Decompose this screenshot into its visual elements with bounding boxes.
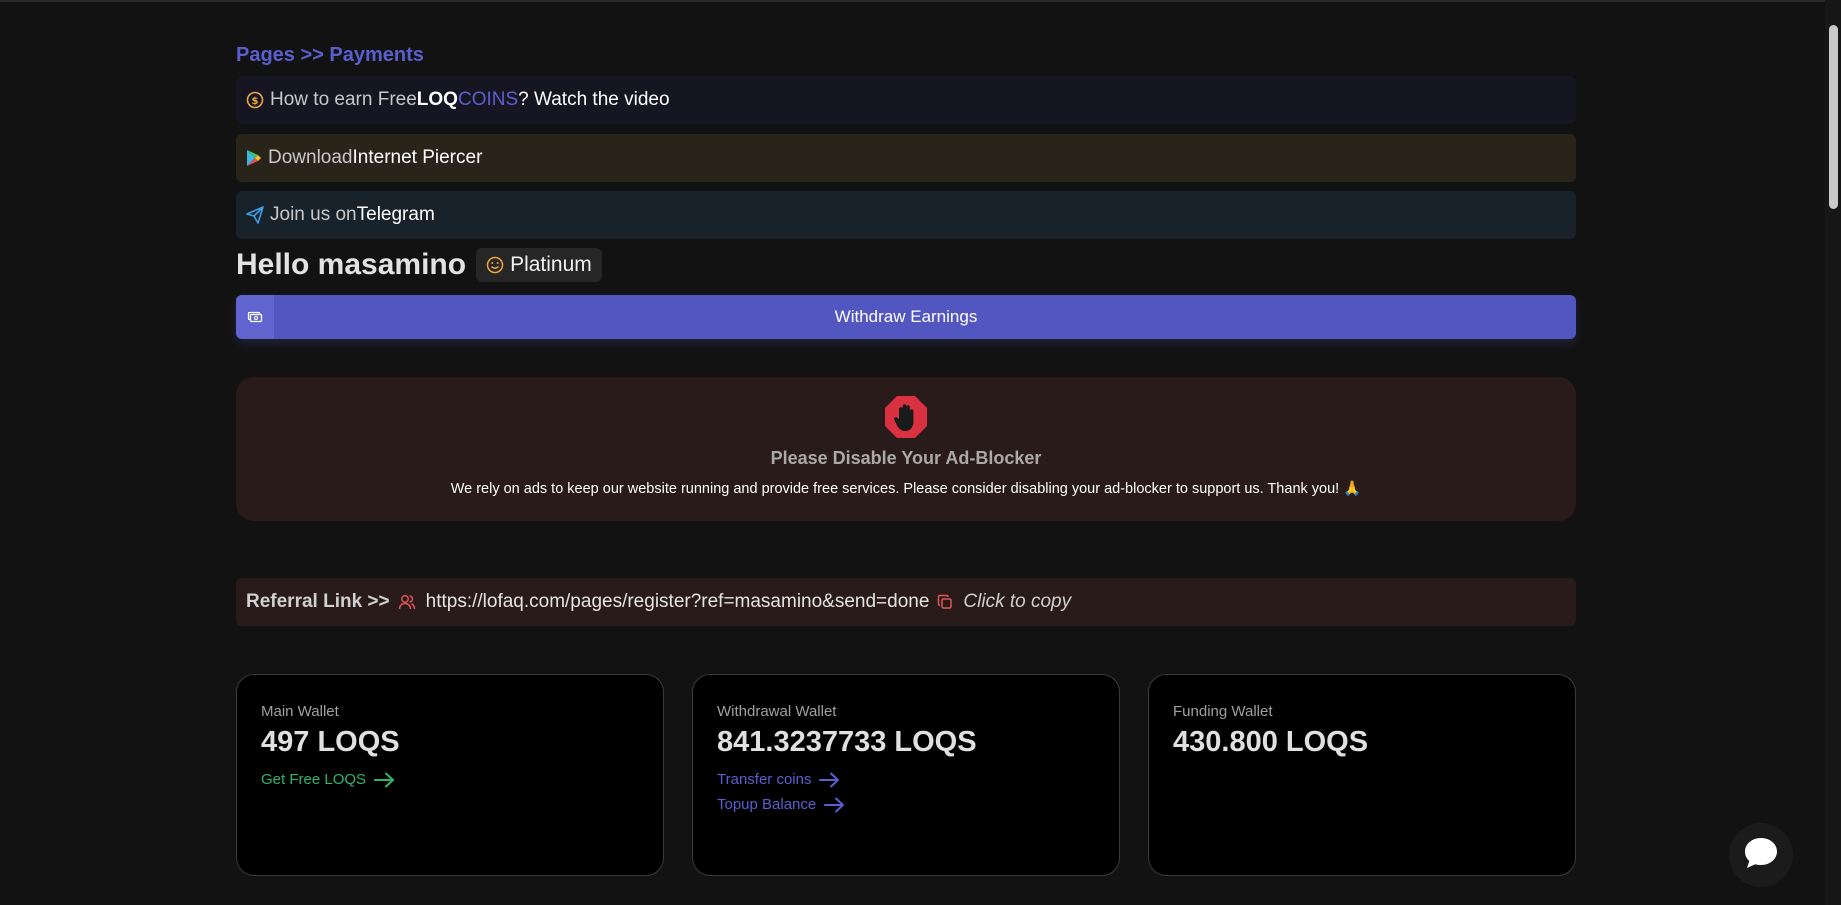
transfer-coins-link[interactable]: Transfer coins: [717, 771, 1095, 788]
telegram-prefix: Join us on: [270, 204, 357, 225]
stop-hand-icon: [884, 395, 928, 444]
coin-icon: $: [246, 91, 264, 109]
play-store-icon: [246, 149, 262, 167]
download-app-name[interactable]: Internet Piercer: [353, 147, 483, 169]
copy-icon[interactable]: [937, 594, 953, 610]
tier-label: Platinum: [510, 253, 592, 276]
chat-bubble-icon: [1743, 836, 1779, 875]
referral-link-bar: Referral Link >> https://lofaq.com/pages…: [236, 578, 1576, 626]
telegram-name[interactable]: Telegram: [357, 204, 435, 226]
arrow-right-icon: [819, 772, 841, 788]
greeting: Hello masamino: [236, 248, 467, 281]
tier-badge: Platinum: [476, 248, 602, 282]
get-free-loqs-link[interactable]: Get Free LOQS: [261, 771, 639, 788]
cash-icon: [236, 295, 274, 339]
link-label: Get Free LOQS: [261, 771, 367, 788]
brand-coins: COINS: [457, 89, 519, 110]
paper-plane-icon: [246, 206, 264, 224]
telegram-banner[interactable]: Join us on Telegram: [236, 191, 1576, 239]
earn-prefix: How to earn Free: [270, 89, 417, 110]
withdrawal-wallet-card: Withdrawal Wallet 841.3237733 LOQS Trans…: [692, 674, 1120, 876]
download-app-banner[interactable]: Download Internet Piercer: [236, 134, 1576, 182]
wallet-label: Withdrawal Wallet: [717, 703, 837, 720]
wallet-balance: 430.800 LOQS: [1173, 726, 1369, 758]
arrow-right-icon: [374, 772, 396, 788]
wallet-label: Funding Wallet: [1173, 703, 1273, 720]
top-border: [0, 0, 1841, 2]
link-label: Transfer coins: [717, 771, 812, 788]
greeting-row: Hello masamino Platinum: [236, 248, 602, 282]
wallet-balance: 841.3237733 LOQS: [717, 726, 977, 758]
funding-wallet-card: Funding Wallet 430.800 LOQS: [1148, 674, 1576, 876]
copy-link-button[interactable]: Click to copy: [963, 591, 1071, 613]
withdraw-earnings-button[interactable]: Withdraw Earnings: [236, 295, 1576, 339]
adblock-message: We rely on ads to keep our website runni…: [450, 481, 1362, 497]
brand-loq: LOQ: [416, 89, 458, 110]
download-prefix: Download: [268, 147, 353, 168]
referral-label: Referral Link >>: [246, 591, 390, 612]
scrollbar-thumb[interactable]: [1829, 25, 1838, 209]
page-scrollbar[interactable]: [1825, 0, 1841, 905]
referral-url[interactable]: https://lofaq.com/pages/register?ref=mas…: [426, 591, 930, 613]
arrow-right-icon: [824, 797, 846, 813]
earn-coins-banner[interactable]: $ How to earn Free LOQ COINS ? Watch the…: [236, 76, 1576, 124]
wallet-balance: 497 LOQS: [261, 726, 400, 758]
earn-suffix[interactable]: ? Watch the video: [518, 89, 669, 111]
smiley-icon: [486, 256, 504, 274]
withdraw-label: Withdraw Earnings: [834, 307, 978, 326]
breadcrumb[interactable]: Pages >> Payments: [236, 44, 424, 67]
link-label: Topup Balance: [717, 796, 817, 813]
chat-button[interactable]: [1729, 823, 1793, 887]
users-icon: [398, 593, 416, 611]
svg-text:$: $: [252, 96, 259, 107]
topup-balance-link[interactable]: Topup Balance: [717, 796, 1095, 813]
main-wallet-card: Main Wallet 497 LOQS Get Free LOQS: [236, 674, 664, 876]
adblock-notice: Please Disable Your Ad-Blocker We rely o…: [236, 377, 1576, 521]
adblock-title: Please Disable Your Ad-Blocker: [770, 448, 1042, 468]
wallet-label: Main Wallet: [261, 703, 339, 720]
